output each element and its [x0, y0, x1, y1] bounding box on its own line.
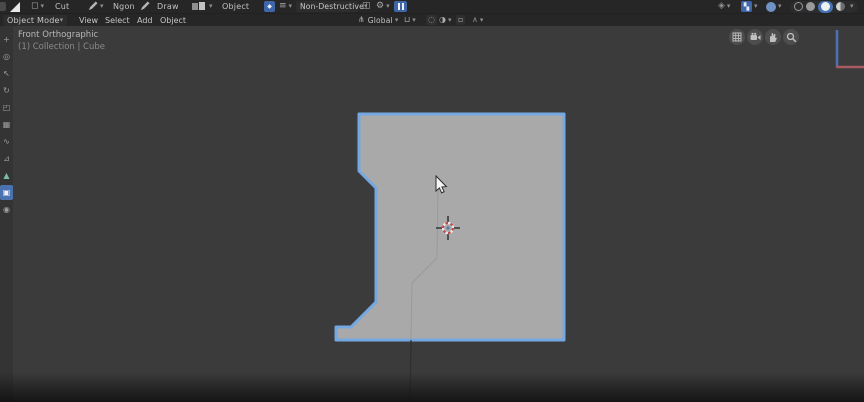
transform-orientation-select[interactable]: ⋔ Global ▾ [358, 14, 398, 26]
shading-material-button[interactable] [818, 0, 833, 13]
xray-sphere-icon [766, 1, 776, 12]
interaction-mode-value: Object Mode [7, 15, 60, 25]
chevron-down-icon: ▾ [59, 15, 64, 24]
orientation-value: Global [367, 15, 393, 25]
ngon-label[interactable]: Ngon [113, 0, 135, 13]
boxcutter-tool-button[interactable]: ▣ [0, 185, 13, 200]
cursor-tool-button[interactable]: ◎ [0, 49, 13, 64]
chevron-down-icon: ▾ [394, 15, 399, 24]
addon-logo-button[interactable]: ◆ [264, 0, 275, 13]
falloff-curve-icon: ∧ [472, 15, 478, 24]
view-name-label: Front Orthographic [18, 30, 99, 40]
measure-tool-button[interactable]: ⊿ [0, 151, 13, 166]
settings-dropdown[interactable]: ⚙ ▾ [376, 0, 390, 13]
proportional-edit-group: ◌ ◑ ▾ [426, 14, 451, 26]
pen-icon [140, 1, 150, 11]
chevron-down-icon: ▾ [754, 2, 758, 10]
axes-icon: ⋔ [358, 15, 365, 24]
triangle-blade-icon [10, 1, 20, 12]
camera-view-button[interactable] [747, 29, 763, 45]
shading-mode-group: ▾ [790, 0, 858, 13]
presets-dropdown[interactable]: ≡ ▾ [279, 0, 292, 13]
display-toggle-button[interactable]: ◫ [362, 0, 371, 13]
pause-toggle-button[interactable] [394, 0, 407, 13]
chevron-down-icon: ▾ [288, 2, 293, 10]
menu-view[interactable]: View [74, 14, 103, 26]
camera-icon [750, 32, 760, 40]
gizmos-dropdown[interactable]: ◈ ▾ [718, 0, 730, 13]
rotate-tool-button[interactable]: ↻ [0, 83, 13, 98]
annotate-tool-button[interactable]: ∿ [0, 134, 13, 149]
shading-solid-button[interactable] [806, 2, 815, 11]
shading-rendered-button[interactable] [836, 2, 845, 11]
destructive-mode-dropdown[interactable]: Non-Destructive ▾ [296, 0, 367, 13]
blender-window: ◻ ▾ Cut ▾ Ngon Draw ▾ Object ◆ ≡ ▾ Non-D… [0, 0, 864, 402]
select-tool-button[interactable]: + [0, 32, 13, 47]
clipped-tool-icon[interactable] [0, 0, 6, 13]
extra-tool-button[interactable]: ◉ [0, 202, 13, 217]
pivot-icon: ▫ [456, 15, 466, 25]
magnifier-icon [786, 32, 796, 42]
active-shape-tool-button[interactable] [10, 0, 20, 13]
chevron-down-icon: ▾ [100, 2, 104, 10]
chevron-down-icon: ▾ [386, 2, 390, 10]
shading-wireframe-button[interactable] [794, 2, 803, 11]
chevron-down-icon: ▾ [412, 15, 416, 24]
material-sphere-icon [821, 2, 830, 11]
menu-object[interactable]: Object [155, 14, 191, 26]
move-tool-button[interactable]: ↖ [0, 66, 13, 81]
ortho-grid-button[interactable] [729, 29, 745, 45]
magnet-icon: ⊔ [404, 15, 411, 24]
pivot-point-button[interactable]: ▫ [456, 14, 466, 26]
boxes-icon [192, 2, 205, 10]
overlays-toggle-dropdown[interactable]: ▚ ▾ [741, 0, 758, 13]
chevron-down-icon: ▾ [40, 2, 44, 10]
object-mode-label[interactable]: Object [222, 0, 249, 13]
zoom-view-button[interactable] [783, 29, 799, 45]
chevron-down-icon: ▾ [778, 2, 782, 10]
draw-tool-button[interactable] [139, 0, 150, 13]
snap-toggle-dropdown[interactable]: ⊔ ▾ [404, 14, 416, 26]
draw-label[interactable]: Draw [157, 0, 179, 13]
menu-select[interactable]: Select [100, 14, 135, 26]
proportional-half-icon[interactable]: ◑ [439, 16, 446, 24]
cut-mode-label[interactable]: Cut [55, 0, 69, 13]
tool-header: ◻ ▾ Cut ▾ Ngon Draw ▾ Object ◆ ≡ ▾ Non-D… [0, 0, 864, 13]
chevron-down-icon[interactable]: ▾ [448, 16, 452, 24]
add-object-tool-button[interactable]: ▲ [0, 168, 13, 183]
chevron-down-icon: ▾ [479, 15, 484, 24]
hand-icon [770, 32, 777, 42]
interaction-mode-select[interactable]: Object Mode ▾ [3, 14, 67, 26]
ngon-tool-dropdown[interactable]: ▾ [87, 0, 104, 13]
chevron-down-icon[interactable]: ▾ [850, 3, 854, 10]
proportional-toggle-icon[interactable]: ◌ [426, 15, 437, 25]
pan-view-button[interactable] [765, 29, 781, 45]
falloff-dropdown[interactable]: ∧ ▾ [472, 14, 483, 26]
menu-icon: ≡ [279, 1, 287, 11]
gizmo-icon: ◈ [718, 1, 725, 11]
menu-add[interactable]: Add [132, 14, 158, 26]
clipped-icon [0, 2, 6, 11]
xray-toggle-dropdown[interactable]: ▾ [766, 0, 782, 13]
chevron-down-icon: ▾ [726, 2, 731, 10]
chevron-down-icon: ▾ [209, 2, 213, 10]
gear-icon: ⚙ [376, 1, 385, 11]
toolbar-column: + ◎ ↖ ↻ ◰ ▦ ∿ ⊿ ▲ ▣ ◉ [0, 26, 13, 402]
destructive-mode-value: Non-Destructive [300, 2, 364, 11]
shape-select-dropdown[interactable]: ◻ ▾ [31, 0, 44, 13]
scale-tool-button[interactable]: ◰ [0, 100, 13, 115]
pause-icon [394, 1, 407, 12]
object-type-dropdown[interactable]: ▾ [191, 0, 213, 13]
grid-icon [732, 32, 742, 42]
transform-tool-button[interactable]: ▦ [0, 117, 13, 132]
addon-logo-icon: ◆ [264, 1, 275, 12]
monitor-icon: ◫ [362, 1, 371, 11]
bottom-vignette [0, 372, 864, 402]
overlays-icon: ▚ [741, 1, 752, 12]
shape-box-icon: ◻ [31, 1, 39, 11]
collection-breadcrumb: (1) Collection | Cube [18, 42, 106, 52]
menu-bar: Object Mode ▾ View Select Add Object ⋔ G… [0, 13, 864, 26]
pen-icon [88, 1, 98, 11]
